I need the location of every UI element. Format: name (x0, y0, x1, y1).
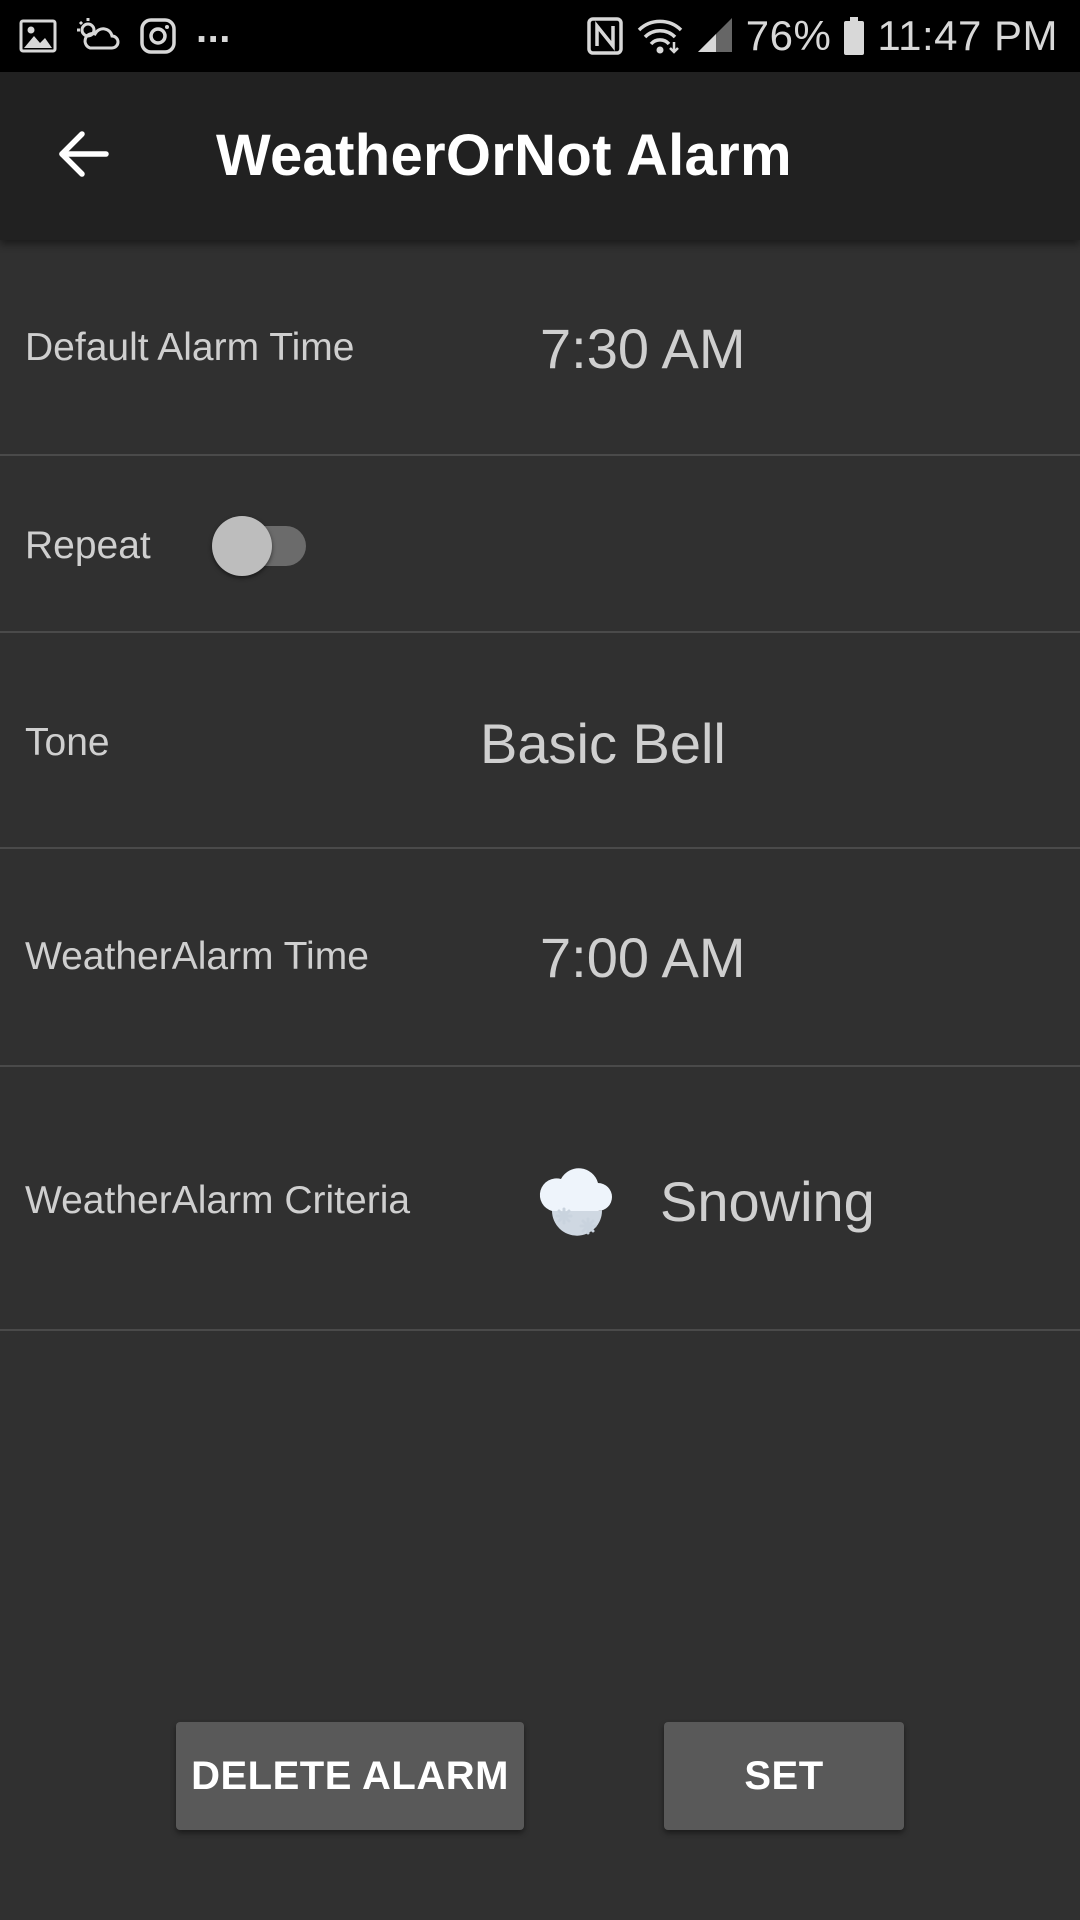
repeat-label: Repeat (25, 524, 151, 567)
status-bar: ... 76% 11:47 PM (0, 0, 1080, 72)
repeat-toggle[interactable] (212, 514, 310, 576)
back-button[interactable] (44, 116, 124, 196)
tone-value[interactable]: Basic Bell (480, 711, 726, 776)
instagram-icon (138, 16, 178, 56)
weather-alarm-criteria-value[interactable]: Snowing (660, 1169, 875, 1234)
page-title: WeatherOrNot Alarm (216, 123, 792, 188)
battery-percent: 76% (745, 12, 832, 59)
default-alarm-time-row: Default Alarm Time 7:30 AM (0, 240, 1080, 456)
status-time: 11:47 PM (877, 12, 1058, 59)
nfc-icon (586, 16, 624, 56)
arrow-left-icon (56, 126, 112, 187)
tone-label: Tone (25, 721, 110, 764)
gallery-icon (18, 16, 58, 56)
delete-alarm-button[interactable]: DELETE ALARM (176, 1722, 524, 1830)
wifi-icon (636, 16, 684, 56)
weather-alarm-time-row: WeatherAlarm Time 7:00 AM (0, 849, 1080, 1067)
weather-alarm-time-value[interactable]: 7:00 AM (540, 925, 745, 990)
weather-alarm-criteria-row: WeatherAlarm Criteria Snowing (0, 1067, 1080, 1331)
snow-cloud-icon[interactable] (536, 1165, 616, 1239)
status-bar-left: ... (18, 7, 231, 58)
default-alarm-time-label: Default Alarm Time (25, 326, 355, 369)
weather-alarm-time-label: WeatherAlarm Time (25, 935, 369, 978)
signal-icon (696, 16, 734, 56)
weather-alarm-criteria-label: WeatherAlarm Criteria (25, 1179, 411, 1222)
app-bar: WeatherOrNot Alarm (0, 72, 1080, 240)
repeat-row: Repeat (0, 456, 1080, 633)
default-alarm-time-value[interactable]: 7:30 AM (540, 316, 745, 381)
repeat-toggle-thumb (212, 516, 272, 576)
weather-icon (76, 16, 120, 56)
more-notifications: ... (196, 6, 231, 51)
tone-row: Tone Basic Bell (0, 633, 1080, 849)
battery-icon (843, 16, 865, 56)
status-bar-right: 76% 11:47 PM (586, 10, 1058, 62)
set-button[interactable]: SET (664, 1722, 904, 1830)
